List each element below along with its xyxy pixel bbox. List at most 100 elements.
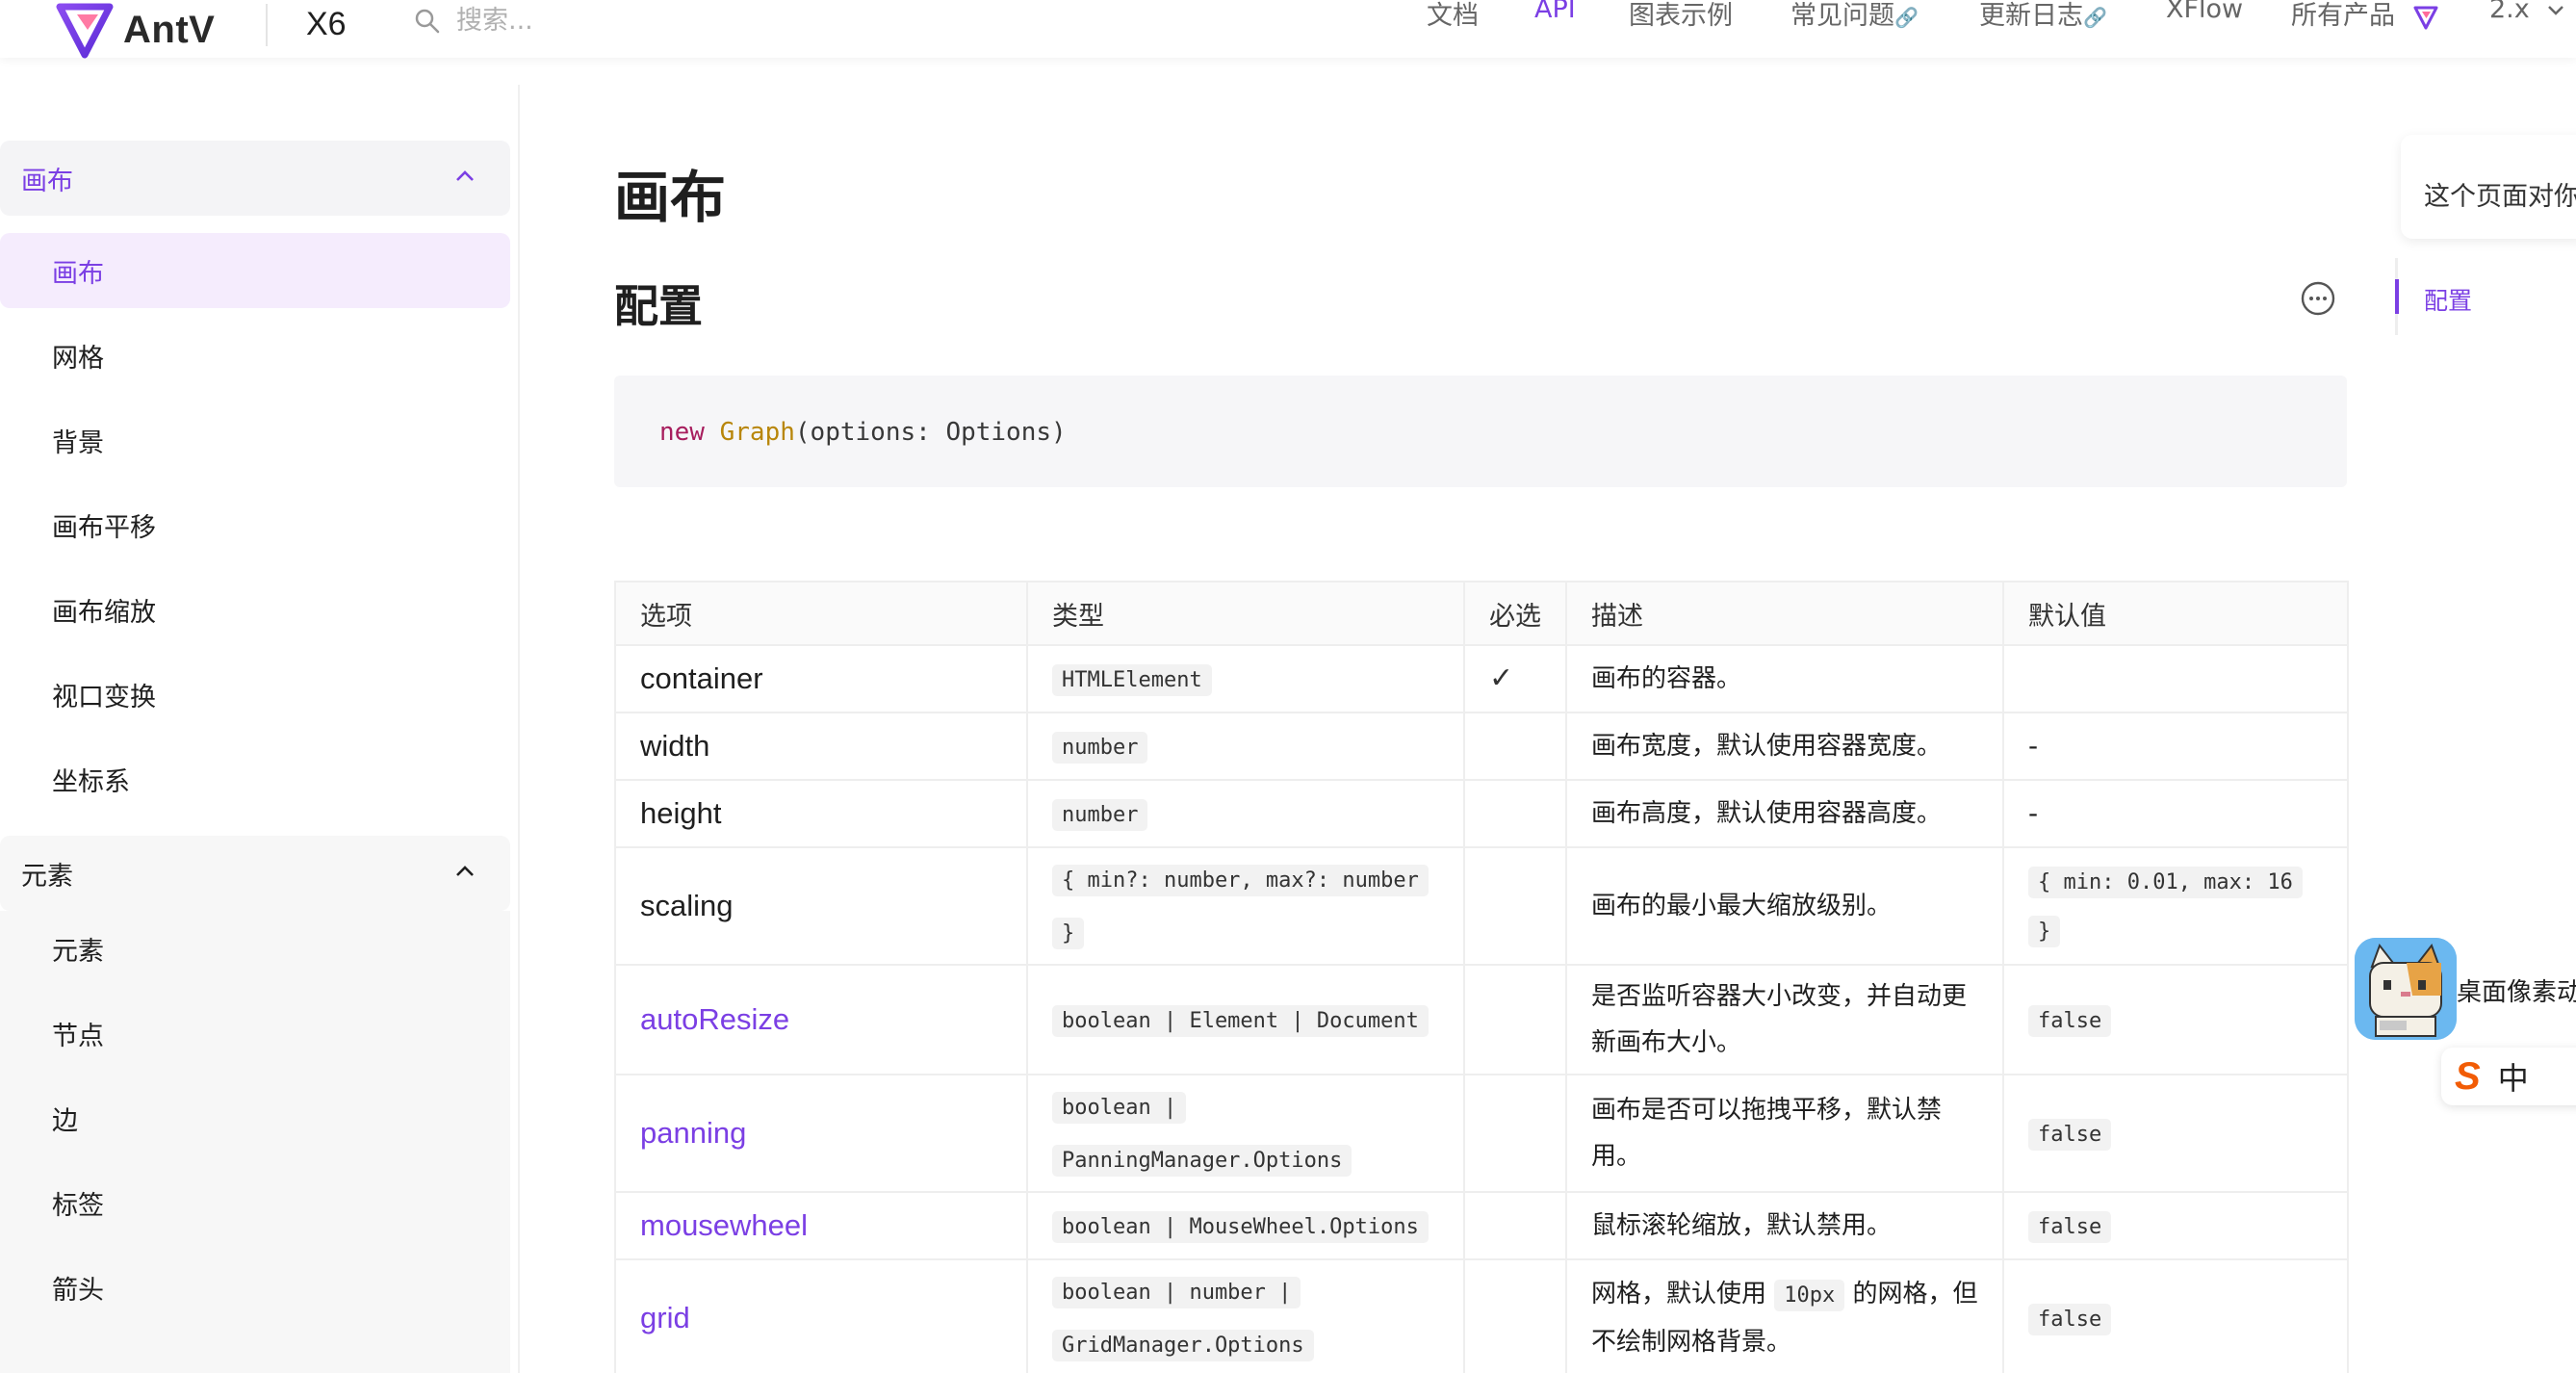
antv-small-logo-icon (2413, 6, 2438, 29)
search-box[interactable] (414, 6, 745, 36)
sidebar-item-element[interactable]: 元素 (0, 911, 510, 986)
default-cell: false (2002, 964, 2349, 1075)
default-tag: false (2028, 1303, 2112, 1335)
type-tag: boolean | MouseWheel.Options (1052, 1210, 1429, 1243)
options-table: 选项 类型 必选 描述 默认值 container HTMLElement ✓ … (614, 581, 2349, 1373)
table-row: height number 画布高度，默认使用容器高度。 - (614, 779, 2349, 848)
product-name[interactable]: X6 (306, 6, 347, 43)
nav-all-products[interactable]: 所有产品 (2291, 0, 2438, 32)
required-cell (1463, 1258, 1567, 1373)
antv-logo[interactable]: AntV (56, 0, 215, 60)
sidebar-item-node[interactable]: 节点 (0, 996, 510, 1071)
nav-version-select[interactable]: 2.x (2489, 0, 2564, 24)
top-header: AntV X6 文档 API 图表示例 常见问题🔗 更新日志🔗 XFlow 所有… (0, 0, 2576, 60)
required-cell: ✓ (1463, 644, 1567, 713)
table-row: autoResize boolean | Element | Document … (614, 964, 2349, 1075)
nav-docs[interactable]: 文档 (1427, 0, 1479, 32)
table-row: mousewheel boolean | MouseWheel.Options … (614, 1191, 2349, 1260)
type-cell: number (1026, 779, 1465, 848)
sidebar-item-transform[interactable]: 视口变换 (0, 657, 510, 732)
chevron-up-icon (456, 170, 474, 181)
type-cell: number (1026, 712, 1465, 781)
option-link[interactable]: grid (614, 1258, 1028, 1373)
description-cell: 鼠标滚轮缩放，默认禁用。 (1565, 1191, 2004, 1260)
sidebar-item-grid[interactable]: 网格 (0, 318, 510, 393)
sidebar-group-canvas[interactable]: 画布 (0, 141, 510, 216)
sidebar-group-label: 画布 (21, 166, 73, 196)
description-cell: 画布高度，默认使用容器高度。 (1565, 779, 2004, 848)
option-link[interactable]: panning (614, 1074, 1028, 1193)
description-cell: 画布是否可以拖拽平移，默认禁用。 (1565, 1074, 2004, 1193)
option-link[interactable]: autoResize (614, 964, 1028, 1075)
brand-name: AntV (123, 8, 216, 51)
type-tag: boolean | number | GridManager.Options (1052, 1277, 1314, 1361)
ime-toolbar[interactable]: S 中 (2441, 1048, 2576, 1105)
search-input[interactable] (456, 6, 745, 36)
cat-icon (2355, 938, 2457, 1040)
required-cell (1463, 712, 1567, 781)
column-header: 描述 (1565, 581, 2004, 646)
type-tag: number (1052, 731, 1148, 764)
default-tag: false (2028, 1004, 2112, 1037)
table-row: scaling { min?: number, max?: number } 画… (614, 846, 2349, 966)
option-link[interactable]: mousewheel (614, 1191, 1028, 1260)
required-cell (1463, 964, 1567, 1075)
description-cell: 画布的容器。 (1565, 644, 2004, 713)
code-args: (options: Options) (794, 418, 1067, 447)
nav-examples[interactable]: 图表示例 (1629, 0, 1733, 32)
sidebar-item-zoom[interactable]: 画布缩放 (0, 572, 510, 647)
sogou-ime-icon[interactable]: S (2455, 1055, 2481, 1099)
inline-code: 10px (1774, 1280, 1845, 1311)
toc-item-config[interactable]: 配置 (2424, 282, 2472, 317)
type-tag: HTMLElement (1052, 663, 1212, 696)
page-feedback-card[interactable]: 这个页面对你有帮助吗？ (2401, 135, 2576, 239)
nav-version-label: 2.x (2489, 0, 2530, 24)
comment-icon[interactable] (2299, 279, 2337, 318)
nav-changelog[interactable]: 更新日志🔗 (1979, 0, 2107, 32)
chevron-up-icon (456, 866, 474, 876)
type-tag: boolean | Element | Document (1052, 1004, 1429, 1037)
header-divider (266, 4, 268, 46)
sidebar-group-label: 元素 (21, 861, 73, 892)
default-cell: false (2002, 1074, 2349, 1193)
table-row: container HTMLElement ✓ 画布的容器。 (614, 644, 2349, 713)
nav-xflow[interactable]: XFlow (2166, 0, 2243, 24)
search-icon (415, 9, 440, 33)
sidebar-item-background[interactable]: 背景 (0, 402, 510, 478)
toc-active-indicator (2395, 279, 2399, 314)
sidebar-item-canvas[interactable]: 画布 (0, 233, 510, 308)
type-cell: boolean | number | GridManager.Options (1026, 1258, 1465, 1373)
sidebar-item-coordinates[interactable]: 坐标系 (0, 741, 510, 816)
option-name: container (614, 644, 1028, 713)
option-name: width (614, 712, 1028, 781)
description-cell: 画布的最小最大缩放级别。 (1565, 846, 2004, 966)
sidebar-item-label[interactable]: 标签 (0, 1165, 510, 1240)
sidebar-group-elements[interactable]: 元素 (0, 836, 510, 911)
default-cell (2002, 644, 2349, 713)
code-keyword: new (659, 418, 705, 447)
check-icon: ✓ (1489, 661, 1514, 695)
type-cell: boolean | MouseWheel.Options (1026, 1191, 1465, 1260)
sidebar-item-panning[interactable]: 画布平移 (0, 487, 510, 562)
code-block: new Graph(options: Options) (614, 376, 2347, 487)
nav-api[interactable]: API (1534, 0, 1576, 24)
column-header: 选项 (614, 581, 1028, 646)
required-cell (1463, 1191, 1567, 1260)
external-link-icon: 🔗 (2083, 6, 2107, 29)
nav-faq[interactable]: 常见问题🔗 (1790, 0, 1919, 32)
sidebar-item-edge[interactable]: 边 (0, 1080, 510, 1155)
default-cell: false (2002, 1258, 2349, 1373)
desktop-pet-label[interactable]: 桌面像素动物 (2457, 972, 2576, 1008)
table-header-row: 选项 类型 必选 描述 默认值 (614, 581, 2349, 646)
sidebar-item-arrow[interactable]: 箭头 (0, 1250, 510, 1325)
code-function: Graph (719, 418, 795, 447)
desktop-pet-avatar[interactable] (2355, 938, 2457, 1040)
column-header: 默认值 (2002, 581, 2349, 646)
required-cell (1463, 846, 1567, 966)
nav-all-products-label: 所有产品 (2291, 1, 2395, 31)
page-title: 画布 (614, 165, 727, 230)
nav-faq-label: 常见问题 (1790, 1, 1894, 31)
table-row: panning boolean | PanningManager.Options… (614, 1074, 2349, 1193)
ime-mode-toggle[interactable]: 中 (2498, 1054, 2529, 1099)
nav-changelog-label: 更新日志 (1979, 1, 2083, 31)
